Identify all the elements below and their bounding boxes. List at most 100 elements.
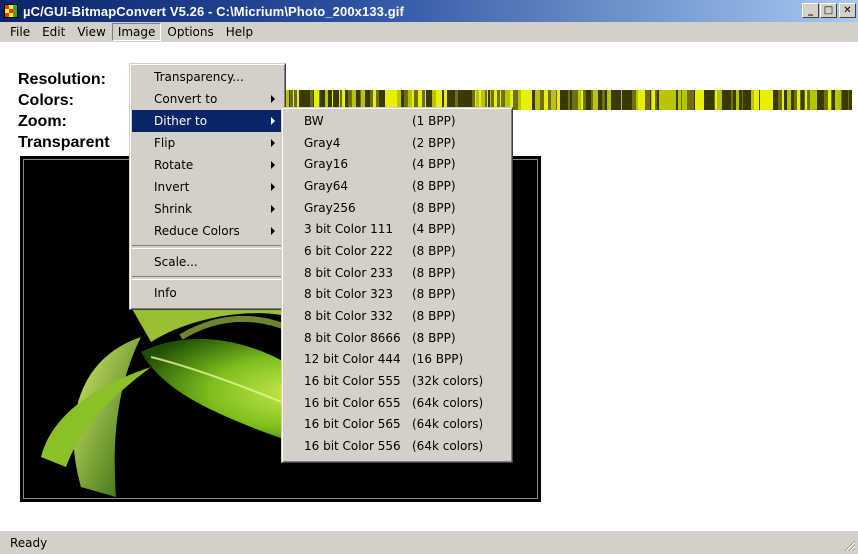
palette-swatch — [621, 90, 622, 110]
menu-item-label: Convert to — [154, 92, 218, 106]
dither-item-color-555[interactable]: 16 bit Color 555 (32k colors) — [284, 370, 510, 392]
chevron-right-icon — [271, 117, 275, 125]
menu-item-invert[interactable]: Invert — [132, 176, 283, 198]
palette-swatch — [690, 90, 694, 110]
palette-swatch — [568, 90, 570, 110]
menu-help[interactable]: Help — [220, 23, 259, 41]
menu-item-transparency[interactable]: Transparency... — [132, 66, 283, 88]
palette-swatch — [607, 90, 608, 110]
menu-item-reduce-colors[interactable]: Reduce Colors — [132, 220, 283, 242]
dither-item-color-111[interactable]: 3 bit Color 111 (4 BPP) — [284, 218, 510, 240]
chevron-right-icon — [271, 139, 275, 147]
palette-swatch — [599, 90, 602, 110]
palette-swatch — [540, 90, 544, 110]
menu-view[interactable]: View — [71, 23, 111, 41]
menu-item-rotate[interactable]: Rotate — [132, 154, 283, 176]
status-text: Ready — [10, 535, 48, 550]
dither-item-gray64[interactable]: Gray64 (8 BPP) — [284, 175, 510, 197]
status-bar: Ready — [0, 530, 858, 554]
palette-swatch — [736, 90, 739, 110]
dither-item-gray4[interactable]: Gray4 (2 BPP) — [284, 132, 510, 154]
palette-swatch — [513, 90, 518, 110]
dither-item-color-655[interactable]: 16 bit Color 655 (64k colors) — [284, 392, 510, 414]
palette-swatch — [643, 90, 645, 110]
menu-item-shrink[interactable]: Shrink — [132, 198, 283, 220]
palette-swatch — [655, 90, 657, 110]
palette-swatch — [750, 90, 751, 110]
menu-item-convert-to[interactable]: Convert to — [132, 88, 283, 110]
palette-swatch — [794, 90, 797, 110]
menu-item-label: Shrink — [154, 202, 193, 216]
palette-swatch — [707, 90, 712, 110]
palette-swatch — [801, 90, 802, 110]
menu-options[interactable]: Options — [161, 23, 219, 41]
maximize-button[interactable]: □ — [820, 3, 837, 18]
palette-swatch — [792, 90, 793, 110]
palette-swatch — [805, 90, 807, 110]
dither-item-name: BW — [304, 113, 324, 128]
palette-swatch — [824, 90, 828, 110]
palette-swatch — [746, 90, 750, 110]
dither-item-gray16[interactable]: Gray16 (4 BPP) — [284, 153, 510, 175]
menu-file[interactable]: File — [4, 23, 36, 41]
dither-item-name: Gray16 — [304, 157, 348, 172]
dither-item-color-444[interactable]: 12 bit Color 444 (16 BPP) — [284, 349, 510, 371]
dither-item-name: Gray256 — [304, 200, 356, 215]
dither-item-color-332[interactable]: 8 bit Color 332 (8 BPP) — [284, 305, 510, 327]
dither-item-color-8666[interactable]: 8 bit Color 8666 (8 BPP) — [284, 327, 510, 349]
dither-item-bw[interactable]: BW (1 BPP) — [284, 110, 510, 132]
dither-item-name: 8 bit Color 332 — [304, 309, 393, 324]
palette-swatch — [521, 90, 525, 110]
dither-item-bpp: (32k colors) — [412, 374, 484, 389]
menu-item-label: Info — [154, 286, 177, 300]
chevron-right-icon — [271, 183, 275, 191]
dither-item-color-233[interactable]: 8 bit Color 233 (8 BPP) — [284, 262, 510, 284]
image-menu-dropdown: Transparency... Convert to Dither to Fli… — [129, 63, 286, 310]
dither-item-bpp: (8 BPP) — [412, 309, 456, 324]
menu-item-info[interactable]: Info — [132, 282, 283, 304]
palette-swatch — [548, 90, 551, 110]
palette-swatch — [682, 90, 687, 110]
transparent-label: Transparent — [18, 134, 110, 151]
resize-grip-icon[interactable] — [844, 540, 856, 552]
palette-swatch — [664, 90, 668, 110]
minimize-button[interactable]: _ — [802, 3, 819, 18]
menu-item-flip[interactable]: Flip — [132, 132, 283, 154]
title-bar[interactable]: µC/GUI-BitmapConvert V5.26 - C:\Micrium\… — [0, 0, 858, 22]
dither-item-name: 16 bit Color 556 — [304, 439, 401, 454]
palette-swatch — [687, 90, 690, 110]
menu-item-scale[interactable]: Scale... — [132, 251, 283, 273]
chevron-right-icon — [271, 227, 275, 235]
menu-image[interactable]: Image — [111, 22, 162, 41]
palette-swatch — [725, 90, 728, 110]
menu-edit[interactable]: Edit — [36, 23, 71, 41]
palette-swatch — [743, 90, 746, 110]
palette-swatch — [556, 90, 557, 110]
window-controls: _ □ ✕ — [801, 3, 856, 18]
dither-item-bpp: (64k colors) — [412, 417, 484, 432]
minimize-icon: _ — [808, 4, 813, 16]
palette-swatch — [668, 90, 670, 110]
palette-swatch — [608, 90, 611, 110]
palette-swatch — [810, 90, 815, 110]
dither-item-color-222[interactable]: 6 bit Color 222 (8 BPP) — [284, 240, 510, 262]
palette-swatch — [694, 90, 695, 110]
dither-item-gray256[interactable]: Gray256 (8 BPP) — [284, 197, 510, 219]
dither-item-color-556[interactable]: 16 bit Color 556 (64k colors) — [284, 435, 510, 457]
palette-swatch — [535, 90, 540, 110]
palette-swatch — [598, 90, 599, 110]
palette-swatch — [544, 90, 548, 110]
menu-item-label: Reduce Colors — [154, 224, 240, 238]
dither-item-bpp: (8 BPP) — [412, 243, 456, 258]
palette-swatch — [835, 90, 839, 110]
dither-item-bpp: (8 BPP) — [412, 178, 456, 193]
dither-item-color-323[interactable]: 8 bit Color 323 (8 BPP) — [284, 284, 510, 306]
dither-item-bpp: (8 BPP) — [412, 330, 456, 345]
close-button[interactable]: ✕ — [839, 3, 856, 18]
dither-item-name: 12 bit Color 444 — [304, 352, 401, 367]
menu-item-dither-to[interactable]: Dither to — [132, 110, 283, 132]
palette-swatch — [657, 90, 659, 110]
dither-item-color-565[interactable]: 16 bit Color 565 (64k colors) — [284, 414, 510, 436]
dither-item-bpp: (64k colors) — [412, 439, 484, 454]
palette-swatch — [632, 90, 636, 110]
